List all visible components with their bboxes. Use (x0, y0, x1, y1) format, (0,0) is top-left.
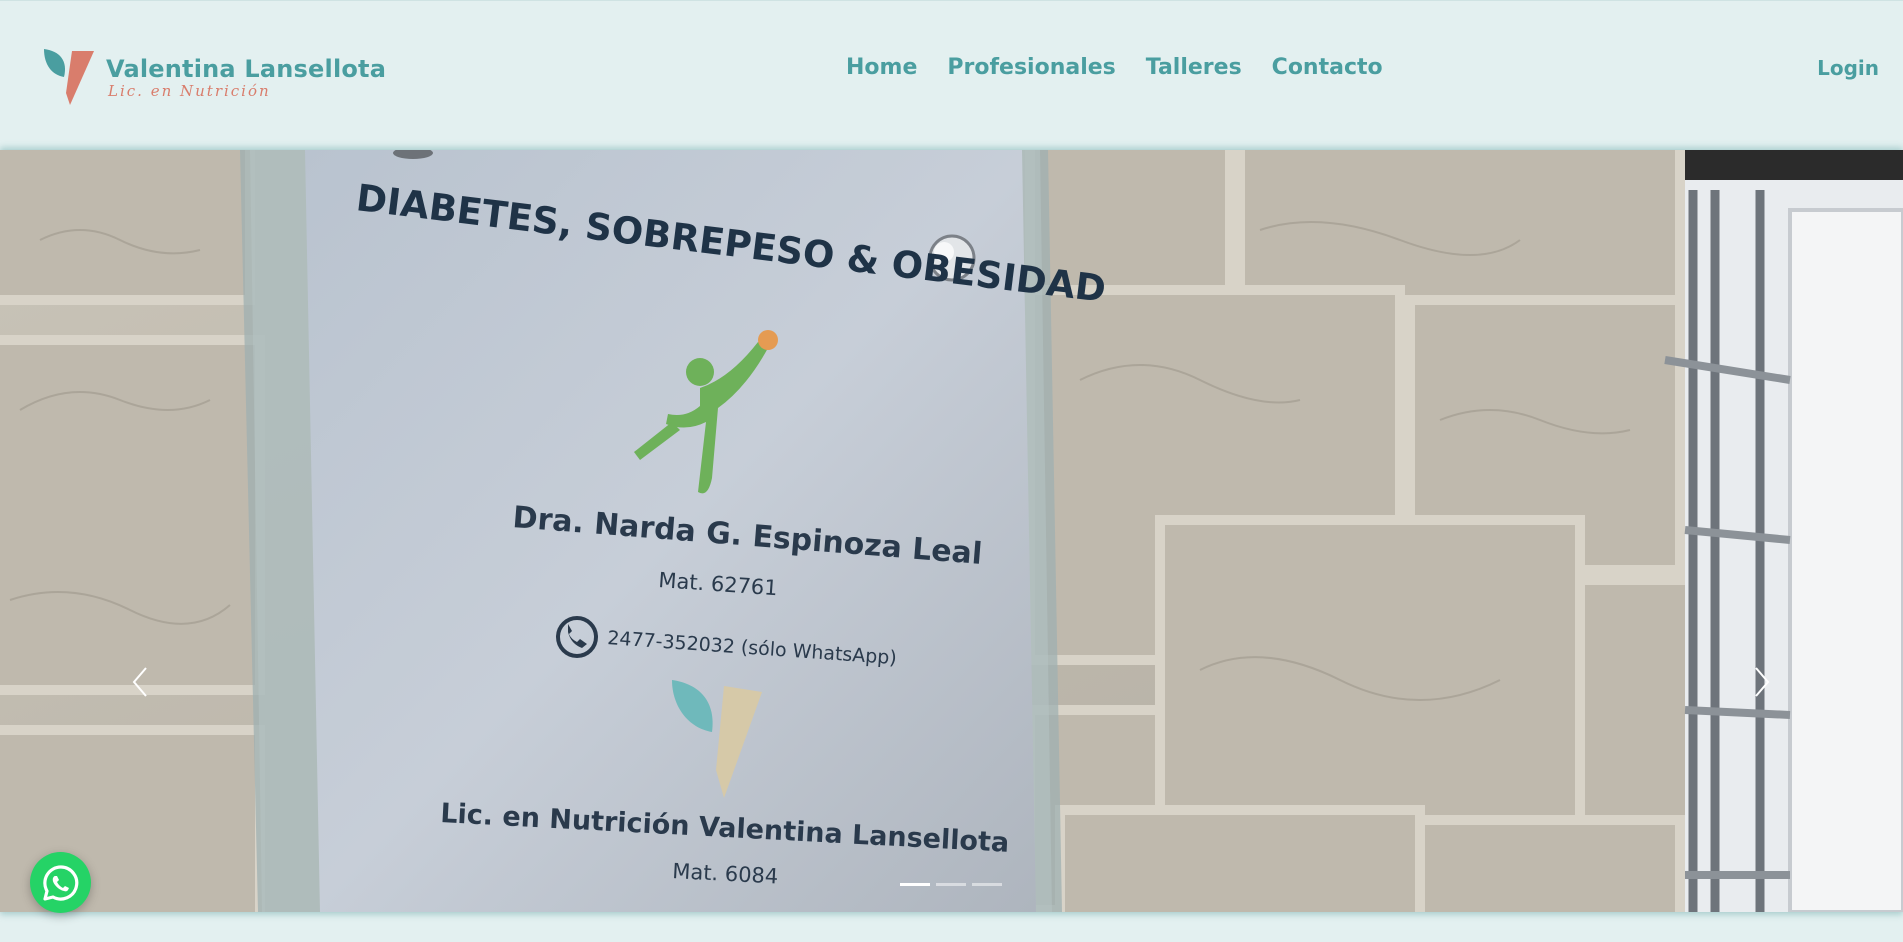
nav-talleres[interactable]: Talleres (1146, 55, 1242, 80)
carousel-indicator-3[interactable] (972, 883, 1002, 886)
main-nav: Home Profesionales Talleres Contacto (846, 55, 1383, 80)
brand-name: Valentina Lansellota (106, 55, 387, 83)
carousel-next-button[interactable] (1738, 662, 1778, 702)
whatsapp-icon (42, 864, 78, 901)
hero-carousel: DIABETES, SOBREPESO & OBESIDAD Dra. Nard… (0, 150, 1903, 912)
login-link[interactable]: Login (1817, 56, 1879, 80)
nav-home[interactable]: Home (846, 55, 917, 80)
carousel-prev-button[interactable] (124, 662, 164, 702)
whatsapp-button[interactable] (30, 852, 91, 913)
chevron-left-icon (132, 667, 147, 697)
site-header: Valentina Lansellota Lic. en Nutrición H… (0, 0, 1903, 150)
carousel-indicators (900, 883, 1002, 886)
hero-slide-image: DIABETES, SOBREPESO & OBESIDAD Dra. Nard… (0, 150, 1903, 912)
carousel-indicator-2[interactable] (936, 883, 966, 886)
chevron-right-icon (1755, 667, 1770, 697)
leaf-logo-icon (44, 49, 94, 105)
brand-logo-link[interactable]: Valentina Lansellota Lic. en Nutrición (42, 47, 386, 107)
nav-profesionales[interactable]: Profesionales (947, 55, 1115, 80)
brand-subtitle: Lic. en Nutrición (108, 82, 271, 100)
carousel-indicator-1[interactable] (900, 883, 930, 886)
nav-contacto[interactable]: Contacto (1272, 55, 1383, 80)
